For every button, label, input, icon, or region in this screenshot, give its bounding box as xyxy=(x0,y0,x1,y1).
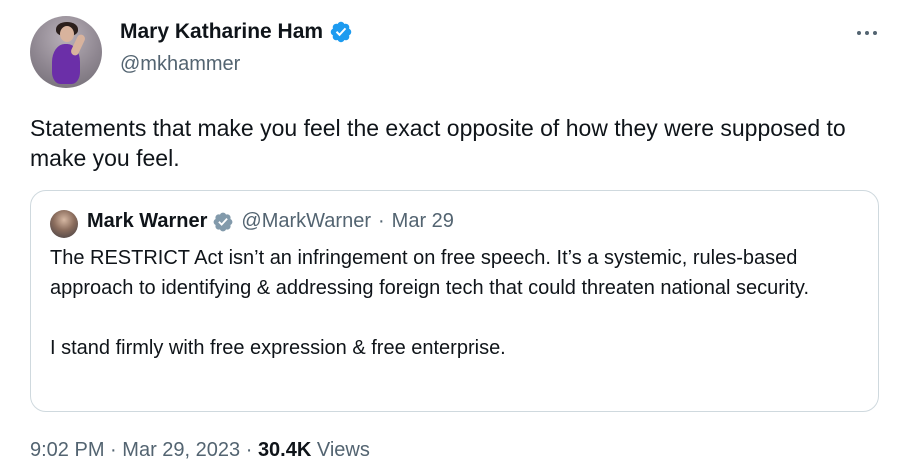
quoted-text: The RESTRICT Act isn’t an infringement o… xyxy=(50,243,860,363)
quoted-separator: · xyxy=(378,210,385,232)
quoted-tweet[interactable]: Mark Warner @MarkWarner · Mar 29 The RES… xyxy=(30,190,879,412)
quoted-header: Mark Warner @MarkWarner · Mar 29 xyxy=(87,210,454,233)
views-label: Views xyxy=(316,439,370,461)
quoted-handle[interactable]: @MarkWarner xyxy=(241,210,371,233)
more-dot xyxy=(857,31,861,35)
more-dot xyxy=(873,31,877,35)
tweet-time[interactable]: 9:02 PM xyxy=(30,439,104,461)
quoted-display-name[interactable]: Mark Warner xyxy=(87,210,207,233)
more-dot xyxy=(865,31,869,35)
footer-separator: · xyxy=(245,439,253,461)
quoted-paragraph: The RESTRICT Act isn’t an infringement o… xyxy=(50,247,809,299)
footer-separator: · xyxy=(110,439,117,461)
quoted-avatar[interactable] xyxy=(50,210,78,238)
verified-badge-icon xyxy=(330,21,352,43)
tweet-date[interactable]: Mar 29, 2023 xyxy=(122,439,240,461)
views-count: 30.4K xyxy=(257,439,312,461)
author-name-row: Mary Katharine Ham xyxy=(120,20,353,44)
tweet-footer: 9:02 PM · Mar 29, 2023 · 30.4K Views xyxy=(30,439,370,462)
more-horizontal-icon[interactable] xyxy=(852,22,882,44)
avatar[interactable] xyxy=(30,16,102,88)
avatar-figure-head xyxy=(60,26,74,42)
tweet-card: Mary Katharine Ham @mkhammer Statements … xyxy=(0,0,898,475)
quoted-paragraph: I stand firmly with free expression & fr… xyxy=(50,337,506,359)
quoted-date[interactable]: Mar 29 xyxy=(392,210,454,233)
tweet-text: Statements that make you feel the exact … xyxy=(30,115,846,171)
author-handle[interactable]: @mkhammer xyxy=(120,53,240,76)
author-display-name[interactable]: Mary Katharine Ham xyxy=(120,20,323,44)
verified-gray-badge-icon xyxy=(214,212,233,231)
